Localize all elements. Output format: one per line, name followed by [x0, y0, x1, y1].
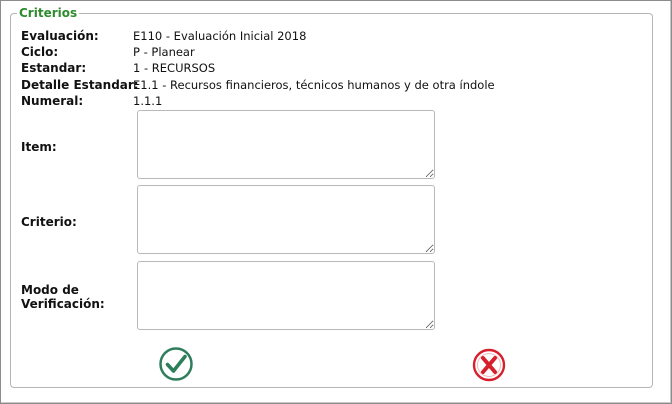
- ciclo-label: Ciclo:: [21, 45, 59, 59]
- accept-button[interactable]: [158, 346, 194, 382]
- criterio-textarea[interactable]: [137, 185, 435, 254]
- estandar-label: Estandar:: [21, 61, 87, 75]
- item-textarea[interactable]: [137, 110, 435, 179]
- item-label: Item:: [21, 140, 57, 154]
- numeral-label: Numeral:: [21, 94, 84, 108]
- criterios-legend: Criterios: [19, 6, 78, 20]
- evaluacion-value: E110 - Evaluación Inicial 2018: [133, 29, 307, 43]
- modo-verificacion-textarea[interactable]: [137, 261, 435, 330]
- numeral-value: 1.1.1: [133, 94, 163, 108]
- evaluacion-label: Evaluación:: [21, 29, 99, 43]
- x-circle-icon: [472, 348, 506, 382]
- cancel-button[interactable]: [471, 347, 507, 383]
- criterio-label: Criterio:: [21, 215, 77, 229]
- detalle-estandar-label: Detalle Estandar:: [21, 78, 139, 92]
- check-circle-icon: [159, 347, 193, 381]
- detalle-estandar-value: E1.1 - Recursos financieros, técnicos hu…: [133, 78, 495, 92]
- ciclo-value: P - Planear: [133, 45, 195, 59]
- modo-verificacion-label: Modo de Verificación:: [21, 283, 105, 311]
- window-frame: Criterios Evaluación: E110 - Evaluación …: [0, 0, 672, 404]
- estandar-value: 1 - RECURSOS: [133, 61, 216, 75]
